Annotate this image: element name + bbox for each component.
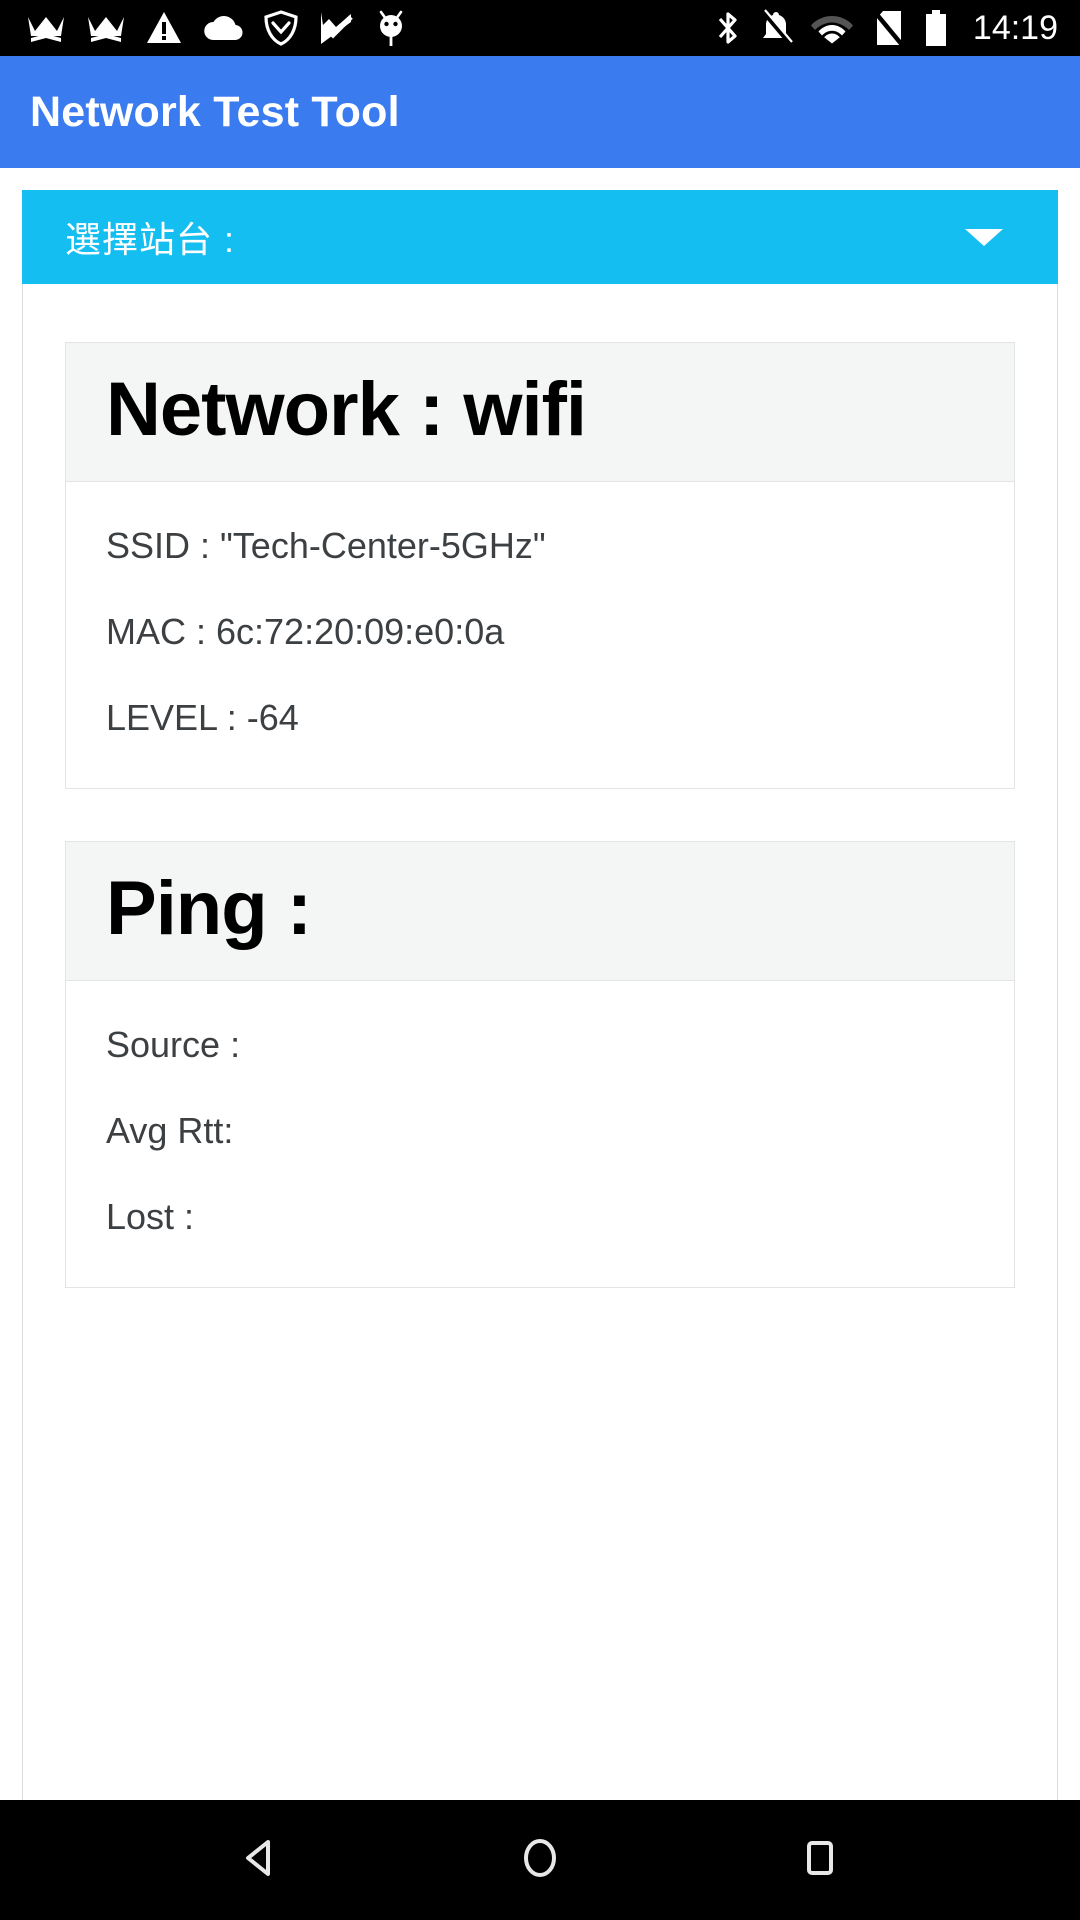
ping-card-header: Ping :	[66, 842, 1014, 982]
crown-icon	[26, 11, 66, 45]
status-bar-clock: 14:19	[972, 8, 1058, 47]
status-bar: 14:19	[0, 0, 1080, 56]
no-sim-icon	[871, 9, 905, 48]
back-triangle-icon	[234, 1832, 286, 1889]
ping-card: Ping : Source : Avg Rtt: Lost :	[65, 841, 1015, 1289]
crown-icon	[86, 11, 126, 45]
network-card: Network : wifi SSID : "Tech-Center-5GHz"…	[65, 342, 1015, 790]
main-content: 選擇站台 : Network : wifi SSID : "Tech-Cente…	[0, 168, 1080, 1800]
shield-check-icon	[264, 10, 298, 46]
status-bar-right-icons: 14:19	[715, 9, 1058, 48]
android-navigation-bar	[0, 1800, 1080, 1920]
nav-recents-button[interactable]	[760, 1800, 880, 1920]
cloud-icon	[202, 13, 244, 43]
home-circle-icon	[514, 1832, 566, 1889]
recents-square-icon	[794, 1832, 846, 1889]
network-card-title: Network : wifi	[106, 367, 587, 452]
chevron-down-icon	[965, 228, 1003, 246]
bluetooth-icon	[715, 9, 741, 47]
network-level-line: LEVEL : -64	[106, 697, 299, 739]
network-card-body: SSID : "Tech-Center-5GHz" MAC : 6c:72:20…	[66, 482, 1014, 788]
warning-triangle-icon	[146, 11, 182, 45]
wifi-icon	[810, 12, 853, 44]
checkmark-flag-icon	[318, 10, 354, 46]
app-title: Network Test Tool	[30, 87, 400, 136]
network-mac-line: MAC : 6c:72:20:09:e0:0a	[106, 611, 505, 653]
ping-avg-rtt-line: Avg Rtt:	[106, 1110, 234, 1152]
status-bar-left-icons	[26, 9, 408, 47]
network-card-header: Network : wifi	[66, 343, 1014, 483]
ping-source-line: Source :	[106, 1024, 241, 1066]
nav-back-button[interactable]	[200, 1800, 320, 1920]
battery-icon	[923, 9, 949, 47]
ping-lost-line: Lost :	[106, 1196, 195, 1238]
android-bug-icon	[374, 9, 408, 47]
ping-card-body: Source : Avg Rtt: Lost :	[66, 981, 1014, 1287]
station-spinner-label: 選擇站台 :	[65, 219, 236, 260]
station-spinner[interactable]: 選擇站台 :	[22, 190, 1058, 284]
results-panel: Network : wifi SSID : "Tech-Center-5GHz"…	[22, 284, 1058, 1800]
app-bar: Network Test Tool	[0, 56, 1080, 168]
bell-muted-icon	[759, 9, 793, 47]
nav-home-button[interactable]	[480, 1800, 600, 1920]
ping-card-title: Ping :	[106, 866, 312, 952]
network-ssid-line: SSID : "Tech-Center-5GHz"	[106, 525, 546, 567]
